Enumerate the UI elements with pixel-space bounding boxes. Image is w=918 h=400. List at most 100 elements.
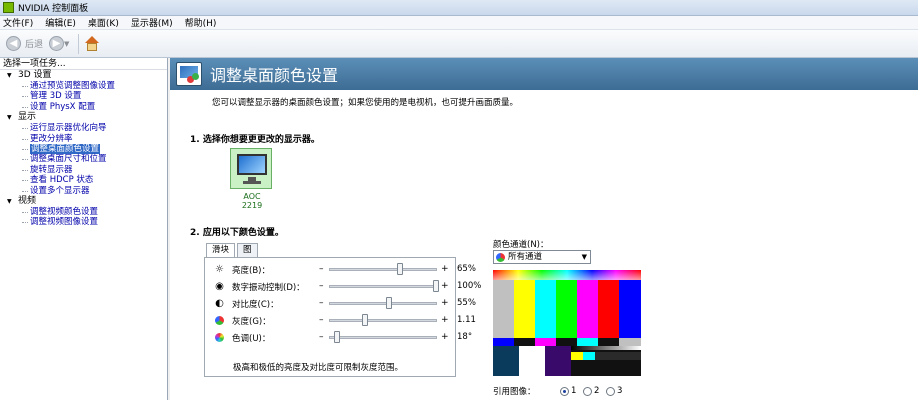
vibrance-decrease[interactable]: – (319, 281, 324, 291)
tree-collapse-icon[interactable]: ▼ (7, 112, 12, 123)
title-bar: NVIDIA 控制面板 (0, 0, 918, 16)
sidebar-item-physx[interactable]: 设置 PhysX 配置 (0, 102, 167, 112)
hue-thumb[interactable] (334, 331, 341, 343)
section-select-display: 1. 选择你想要更更改的显示器。 (190, 135, 320, 145)
reference-option-1[interactable]: 1 (560, 386, 576, 396)
menu-help[interactable]: 帮助(H) (185, 16, 217, 29)
hue-value: 18° (457, 332, 473, 342)
vibrance-slider[interactable] (329, 285, 437, 288)
nvidia-logo-icon (3, 2, 14, 13)
gamma-value: 1.11 (457, 315, 476, 325)
gamma-label: 灰度(G)： (232, 317, 271, 327)
desktop-color-icon (176, 62, 202, 86)
monitor-label: AOC 2219 (241, 192, 263, 210)
chevron-down-icon: ▼ (581, 253, 587, 261)
hue-row: 色调(U)： – + 18° (205, 329, 472, 346)
reference-option-2[interactable]: 2 (583, 386, 599, 396)
gamma-row: 灰度(G)： – + 1.11 (205, 312, 476, 329)
sidebar-header: 选择一项任务... (0, 58, 167, 70)
tree-collapse-icon[interactable]: ▼ (7, 70, 12, 81)
menu-desktop[interactable]: 桌面(K) (88, 16, 119, 29)
contrast-row: ◐ 对比度(C)： – + 55% (205, 295, 476, 312)
main-panel: 调整桌面颜色设置 您可以调整显示器的桌面颜色设置；如果您使用的是电视机，也可提升… (170, 58, 918, 400)
vibrance-increase[interactable]: + (441, 281, 449, 291)
vibrance-icon: ◉ (215, 281, 224, 292)
sidebar-item-rotate[interactable]: 旋转显示器 (0, 165, 167, 175)
contrast-value: 55% (457, 298, 476, 308)
home-icon[interactable] (84, 35, 100, 52)
brightness-value: 65% (457, 264, 476, 274)
hue-decrease[interactable]: – (319, 332, 324, 342)
brightness-increase[interactable]: + (441, 264, 449, 274)
reference-test-pattern (493, 270, 641, 380)
contrast-label: 对比度(C)： (232, 300, 279, 310)
rgb-channel-icon (496, 253, 505, 262)
back-button-label[interactable]: 后退 (25, 37, 43, 50)
sidebar-item-desktop-size[interactable]: 调整桌面尺寸和位置 (0, 154, 167, 164)
sidebar-item-video-color[interactable]: 调整视频颜色设置 (0, 207, 167, 217)
brightness-label: 亮度(B)： (232, 266, 270, 276)
page-title: 调整桌面颜色设置 (210, 66, 339, 85)
forward-arrow-icon[interactable]: ▶ (49, 36, 65, 51)
brightness-thumb[interactable] (396, 263, 403, 275)
tree-group-video[interactable]: ▼ 视频 (0, 196, 167, 207)
vibrance-thumb[interactable] (433, 280, 439, 292)
slider-note: 极高和极低的亮度及对比度可限制灰度范围。 (233, 363, 404, 373)
brightness-decrease[interactable]: – (319, 264, 324, 274)
reference-option-3[interactable]: 3 (606, 386, 622, 396)
page-description: 您可以调整显示器的桌面颜色设置；如果您使用的是电视机，也可提升画面质量。 (212, 98, 519, 108)
toolbar-separator (78, 33, 80, 54)
tab-graph[interactable]: 图 (237, 243, 258, 257)
section-apply-color: 2. 应用以下颜色设置。 (190, 228, 284, 238)
color-channel-label: 颜色通道(N)： (493, 240, 549, 250)
vibrance-value: 100% (457, 281, 482, 291)
contrast-increase[interactable]: + (441, 298, 449, 308)
menu-bar: 文件(F) 编辑(E) 桌面(K) 显示器(M) 帮助(H) (0, 16, 918, 30)
sidebar-item-multi-display[interactable]: 设置多个显示器 (0, 186, 167, 196)
task-sidebar: 选择一项任务... ▼ 3D 设置 通过预览调整图像设置 管理 3D 设置 设置 … (0, 58, 168, 400)
tree-group-display[interactable]: ▼ 显示 (0, 112, 167, 123)
color-channel-select[interactable]: 所有通道 ▼ (493, 250, 591, 264)
monitor-icon (237, 154, 267, 175)
sidebar-item-hdcp[interactable]: 查看 HDCP 状态 (0, 175, 167, 185)
hue-label: 色调(U)： (232, 334, 271, 344)
sidebar-item-optimize-wizard[interactable]: 运行显示器优化向导 (0, 123, 167, 133)
window-title: NVIDIA 控制面板 (18, 4, 89, 14)
menu-edit[interactable]: 编辑(E) (45, 16, 76, 29)
sidebar-item-video-image[interactable]: 调整视频图像设置 (0, 217, 167, 227)
sidebar-item-preview-image[interactable]: 通过预览调整图像设置 (0, 81, 167, 91)
tab-sliders[interactable]: 滑块 (206, 243, 236, 257)
brightness-slider[interactable] (329, 268, 437, 271)
gamma-increase[interactable]: + (441, 315, 449, 325)
radio-icon (606, 386, 615, 396)
menu-display[interactable]: 显示器(M) (131, 16, 173, 29)
tree-collapse-icon[interactable]: ▼ (7, 196, 12, 207)
monitor-tile[interactable] (230, 148, 272, 189)
vibrance-row: ◉ 数字振动控制(D)： – + 100% (205, 278, 481, 295)
gamma-thumb[interactable] (362, 314, 369, 326)
reference-image-label: 引用图像： (493, 387, 536, 397)
contrast-thumb[interactable] (386, 297, 393, 309)
gamma-slider[interactable] (329, 319, 437, 322)
contrast-icon: ◐ (215, 298, 224, 309)
sun-icon: ☼ (215, 264, 224, 275)
page-header: 调整桌面颜色设置 (170, 58, 918, 90)
back-arrow-icon[interactable]: ◀ (6, 36, 21, 51)
sidebar-item-resolution[interactable]: 更改分辨率 (0, 134, 167, 144)
tree-group-3d[interactable]: ▼ 3D 设置 (0, 70, 167, 81)
hue-increase[interactable]: + (441, 332, 449, 342)
contrast-decrease[interactable]: – (319, 298, 324, 308)
gamma-icon (215, 316, 224, 325)
contrast-slider[interactable] (329, 302, 437, 305)
sidebar-item-desktop-color[interactable]: 调整桌面颜色设置 (0, 143, 167, 154)
menu-file[interactable]: 文件(F) (3, 16, 33, 29)
sliders-panel: ☼ 亮度(B)： – + 65% ◉ 数字振动控制(D)： – + 100% ◐… (204, 257, 481, 377)
gamma-decrease[interactable]: – (319, 315, 324, 325)
radio-selected-icon (560, 386, 569, 396)
forward-dropdown-icon[interactable]: ▼ (64, 40, 69, 48)
sidebar-item-manage-3d[interactable]: 管理 3D 设置 (0, 91, 167, 101)
toolbar: ◀ 后退 ▶ ▼ (0, 30, 918, 58)
hue-slider[interactable] (329, 336, 437, 339)
color-tabs: 滑块 图 (206, 243, 260, 257)
radio-icon (583, 386, 592, 396)
